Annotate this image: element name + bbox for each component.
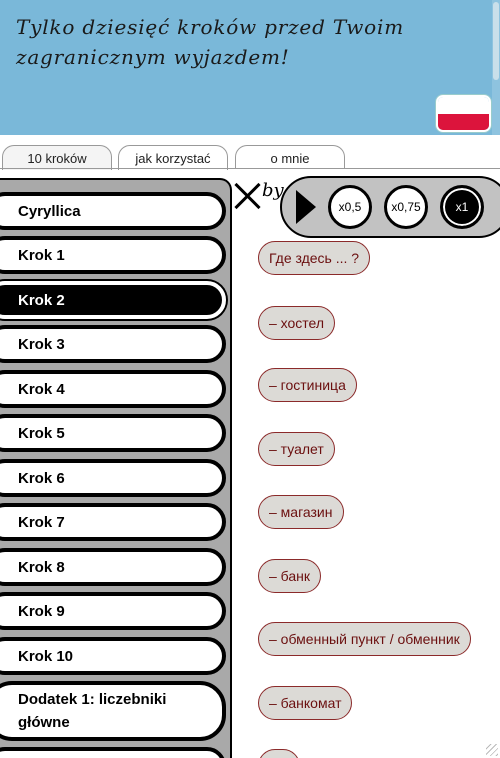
flag-white-stripe: [438, 97, 489, 114]
sidebar-item-krok-3[interactable]: Krok 3: [0, 325, 226, 363]
speed-0-5-button[interactable]: x0,5: [328, 185, 372, 229]
flag-poland-icon[interactable]: [436, 95, 491, 132]
tab-10-krokow[interactable]: 10 kroków: [2, 145, 112, 170]
sidebar-menu: Cyryllica Krok 1 Krok 2 Krok 3 Krok 4 Kr…: [0, 178, 232, 758]
resize-grip-icon[interactable]: [486, 744, 498, 756]
phrase-button[interactable]: – магазин: [258, 495, 344, 529]
phrase-button[interactable]: – гостиница: [258, 368, 357, 402]
sidebar-item-dodatek-1[interactable]: Dodatek 1: liczebniki główne: [0, 681, 226, 741]
sidebar-item-krok-2[interactable]: Krok 2: [0, 281, 226, 319]
sidebar-item-krok-5[interactable]: Krok 5: [0, 414, 226, 452]
close-icon[interactable]: [234, 182, 262, 210]
speed-1-button[interactable]: x1: [440, 185, 484, 229]
header-scrollbar-thumb[interactable]: [493, 2, 499, 80]
tab-jak-korzystac[interactable]: jak korzystać: [118, 145, 228, 170]
phrase-button[interactable]: – банкомат: [258, 686, 353, 720]
phrase-button[interactable]: – хостел: [258, 306, 336, 340]
tab-bar: 10 kroków jak korzystać o mnie: [0, 135, 500, 170]
phrase-button[interactable]: Где здесь ... ?: [258, 241, 371, 275]
speed-0-75-button[interactable]: x0,75: [384, 185, 428, 229]
flag-red-stripe: [438, 113, 489, 130]
play-icon[interactable]: [296, 190, 316, 224]
sidebar-item-krok-8[interactable]: Krok 8: [0, 548, 226, 586]
sidebar-item-krok-4[interactable]: Krok 4: [0, 370, 226, 408]
phrase-list: by Где здесь ... ? – хостел – гостиница …: [232, 169, 500, 758]
sidebar-item-krok-6[interactable]: Krok 6: [0, 459, 226, 497]
sidebar-item-krok-10[interactable]: Krok 10: [0, 637, 226, 675]
sidebar-item-krok-9[interactable]: Krok 9: [0, 592, 226, 630]
phrase-button[interactable]: – банк: [258, 559, 322, 593]
phrase-button[interactable]: – обменный пункт / обменник: [258, 622, 471, 656]
sidebar-item-cyryllica[interactable]: Cyryllica: [0, 192, 226, 230]
header: Tylko dziesięć kroków przed Twoim zagran…: [0, 0, 500, 135]
phrase-button[interactable]: [258, 749, 300, 758]
sidebar-item-krok-1[interactable]: Krok 1: [0, 236, 226, 274]
tab-o-mnie[interactable]: o mnie: [235, 145, 345, 170]
phrase-button[interactable]: – туалет: [258, 432, 335, 466]
sidebar-item-next[interactable]: [0, 747, 226, 758]
header-scrollbar[interactable]: [492, 0, 500, 135]
sidebar-item-krok-7[interactable]: Krok 7: [0, 503, 226, 541]
page-title: Tylko dziesięć kroków przed Twoim zagran…: [16, 15, 404, 69]
